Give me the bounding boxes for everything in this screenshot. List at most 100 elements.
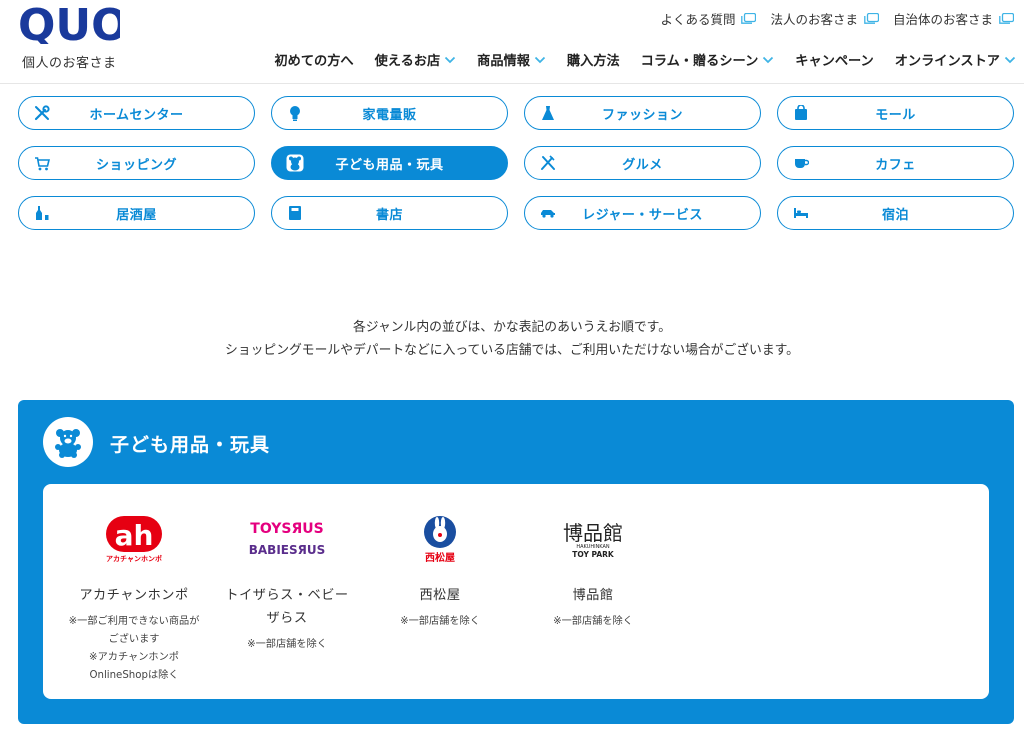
car-icon <box>539 204 557 222</box>
store-note-line: ※一部店舗を除く <box>400 616 480 627</box>
shopping-bag-icon <box>792 104 810 122</box>
category-izakaya[interactable]: 居酒屋 <box>18 196 255 230</box>
hakuhinkan-logo: 博品館 HAKUHINKAN TOY PARK <box>527 508 659 570</box>
nav-label: 使えるお店 <box>374 54 441 69</box>
category-home-center[interactable]: ホームセンター <box>18 96 255 130</box>
category-filter: ホームセンター 家電量販 ファッション モール ショッピング 子ども用品・玩具 … <box>18 96 1014 230</box>
chevron-down-icon <box>445 56 456 63</box>
toysrus-logo-line2: BABIESЯUS <box>249 543 326 557</box>
store-name: トイザらス・ベビー ザらス <box>221 584 353 630</box>
category-electronics[interactable]: 家電量販 <box>271 96 508 130</box>
kids-toys-section: 子ども用品・玩具 ah アカチャンホンポ アカチャンホンポ ※一部ご利用できない… <box>18 400 1014 724</box>
store-note: ※一部店舗を除く <box>374 613 506 631</box>
nav-label: 初めての方へ <box>274 54 354 69</box>
nav-label: コラム・贈るシーン <box>640 54 759 69</box>
notes-line-1: 各ジャンル内の並びは、かな表記のあいうえお順です。 <box>352 320 671 335</box>
book-icon <box>286 204 304 222</box>
external-window-icon <box>999 13 1014 24</box>
store-name-line: ザらス <box>266 611 308 626</box>
store-name: 博品館 <box>572 588 614 603</box>
store-list: ah アカチャンホンポ アカチャンホンポ ※一部ご利用できない商品が ございます… <box>43 484 989 699</box>
category-label: ショッピング <box>95 157 177 173</box>
teddy-bear-icon <box>43 417 93 467</box>
section-title: 子ども用品・玩具 <box>110 434 271 456</box>
category-label: 書店 <box>375 207 403 223</box>
store-name: 西松屋 <box>419 588 461 603</box>
nav-campaign[interactable]: キャンペーン <box>795 50 873 69</box>
utility-nav: よくある質問 法人のお客さま 自治体のお客さま <box>660 9 1014 28</box>
nav-online-store[interactable]: オンラインストア <box>895 50 1016 69</box>
external-window-icon <box>864 13 879 24</box>
teddy-bear-icon <box>286 154 304 172</box>
store-akachan-honpo[interactable]: ah アカチャンホンポ アカチャンホンポ ※一部ご利用できない商品が ございます… <box>68 508 200 685</box>
nav-label: 商品情報 <box>477 54 530 69</box>
category-label: 宿泊 <box>881 207 909 223</box>
coffee-cup-icon <box>792 154 810 172</box>
external-window-icon <box>741 13 757 24</box>
nav-label: キャンペーン <box>795 54 874 69</box>
chevron-down-icon <box>534 56 546 63</box>
category-label: モール <box>875 107 916 123</box>
category-label: 居酒屋 <box>116 207 157 223</box>
store-note: ※一部店舗を除く <box>221 636 353 654</box>
store-note-line: ございます <box>108 634 160 645</box>
utility-link-label: よくある質問 <box>660 12 736 27</box>
hakuhinkan-logo-text: 博品館 <box>563 521 623 545</box>
store-hakuhinkan[interactable]: 博品館 HAKUHINKAN TOY PARK 博品館 ※一部店舗を除く <box>527 508 659 631</box>
nav-first-time[interactable]: 初めての方へ <box>274 50 353 69</box>
store-name: アカチャンホンポ <box>79 588 189 603</box>
hakuhinkan-logo-sub2: TOY PARK <box>572 550 615 559</box>
store-note: ※一部店舗を除く <box>527 613 659 631</box>
utility-link-label: 自治体のお客さま <box>892 12 993 27</box>
category-shopping[interactable]: ショッピング <box>18 146 255 180</box>
category-lodging[interactable]: 宿泊 <box>777 196 1014 230</box>
notes: 各ジャンル内の並びは、かな表記のあいうえお順です。 ショッピングモールやデパート… <box>0 316 1024 362</box>
akachan-honpo-logo: ah アカチャンホンポ <box>68 508 200 570</box>
utility-link-faq[interactable]: よくある質問 <box>660 9 757 28</box>
chevron-down-icon <box>763 56 774 63</box>
utility-link-label: 法人のお客さま <box>770 12 858 27</box>
category-kids-toys[interactable]: 子ども用品・玩具 <box>271 146 508 180</box>
nav-purchase[interactable]: 購入方法 <box>567 50 620 69</box>
store-note-line: ※アカチャンホンポ <box>89 652 179 663</box>
akachan-honpo-logo-sub: アカチャンホンポ <box>106 554 162 563</box>
store-note-line: ※一部店舗を除く <box>247 639 327 650</box>
nishimatsuya-logo-text: 西松屋 <box>425 551 455 564</box>
category-mall[interactable]: モール <box>777 96 1014 130</box>
store-toysrus[interactable]: TOYSЯUS BABIESЯUS トイザらス・ベビー ザらス ※一部店舗を除く <box>221 508 353 654</box>
nav-stores[interactable]: 使えるお店 <box>375 50 457 69</box>
utility-link-corporate[interactable]: 法人のお客さま <box>770 9 879 28</box>
akachan-honpo-logo-text: ah <box>115 519 154 552</box>
notes-line-2: ショッピングモールやデパートなどに入っている店舗では、ご利用いただけない場合がご… <box>225 343 799 358</box>
category-gourmet[interactable]: グルメ <box>524 146 761 180</box>
tools-icon <box>33 104 51 122</box>
category-bookstore[interactable]: 書店 <box>271 196 508 230</box>
nav-label: オンラインストア <box>894 54 1000 69</box>
chevron-down-icon <box>1004 56 1016 63</box>
toysrus-logo-line1: TOYSЯUS <box>250 521 323 537</box>
category-label: 家電量販 <box>362 107 417 123</box>
nav-label: 購入方法 <box>566 54 620 69</box>
quo-logo-text: QUO <box>18 2 120 44</box>
quo-logo[interactable]: QUO <box>18 2 120 44</box>
category-label: ホームセンター <box>89 107 184 123</box>
global-nav: 初めての方へ 使えるお店 商品情報 購入方法 コラム・贈るシーン キャンペーン … <box>274 50 1016 69</box>
category-label: レジャー・サービス <box>582 207 703 223</box>
category-leisure[interactable]: レジャー・サービス <box>524 196 761 230</box>
bed-icon <box>792 204 810 222</box>
store-name-line: トイザらス・ベビー <box>225 588 349 603</box>
store-nishimatsuya[interactable]: 西松屋 西松屋 ※一部店舗を除く <box>374 508 506 631</box>
nav-products[interactable]: 商品情報 <box>477 50 546 69</box>
category-label: ファッション <box>601 107 683 123</box>
cutlery-icon <box>539 154 557 172</box>
store-note: ※一部ご利用できない商品が ございます ※アカチャンホンポ OnlineShop… <box>68 613 200 685</box>
category-cafe[interactable]: カフェ <box>777 146 1014 180</box>
sake-bottle-icon <box>33 204 51 222</box>
category-label: カフェ <box>875 157 916 173</box>
audience-subtitle: 個人のお客さま <box>22 56 117 71</box>
nav-column[interactable]: コラム・贈るシーン <box>641 50 775 69</box>
category-fashion[interactable]: ファッション <box>524 96 761 130</box>
toysrus-logo: TOYSЯUS BABIESЯUS <box>221 508 353 570</box>
store-note-line: OnlineShopは除く <box>89 670 179 681</box>
utility-link-municipality[interactable]: 自治体のお客さま <box>893 9 1014 28</box>
